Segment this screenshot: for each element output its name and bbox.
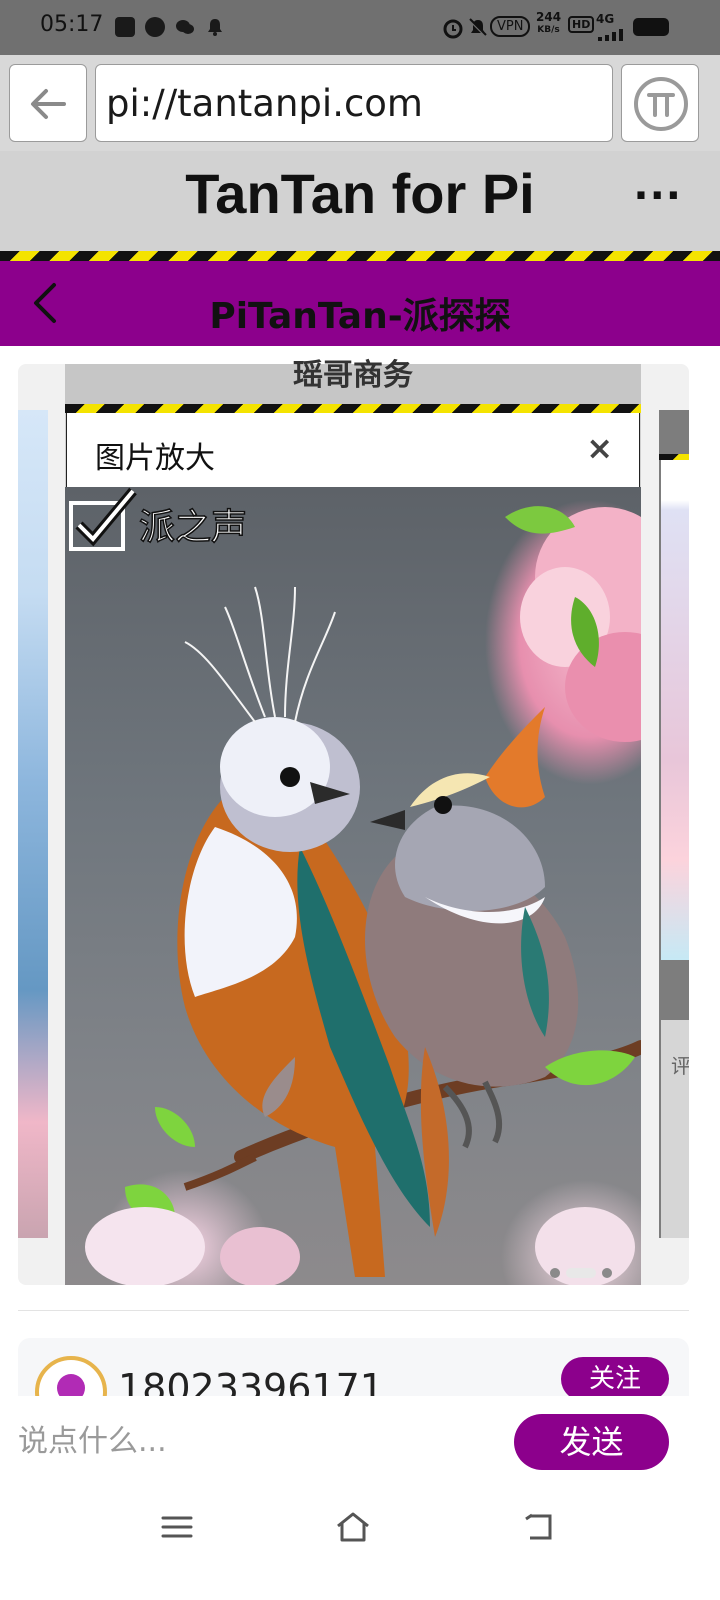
network-speed: 244 KB/s (536, 10, 562, 36)
pi-logo-icon (634, 77, 688, 131)
follow-button[interactable]: 关注 (561, 1357, 669, 1396)
modal-title: 图片放大 (95, 441, 215, 476)
app-title: TanTan for Pi (185, 162, 535, 225)
status-bar: 05:17 VPN 244 KB/s HD 4G (0, 0, 720, 55)
status-time: 05:17 (40, 12, 104, 37)
back-arrow-icon (31, 89, 66, 119)
hd-badge: HD (568, 16, 595, 33)
home-icon[interactable] (334, 1510, 372, 1548)
peek-title: 瑶哥商务 (293, 358, 413, 393)
browser-back-button[interactable] (9, 64, 87, 142)
pi-wallet-button[interactable] (621, 64, 699, 142)
next-image-card[interactable]: 评 (659, 410, 689, 1238)
wechat-icon (175, 17, 195, 37)
vpn-badge: VPN (490, 16, 531, 37)
next-image-preview (661, 460, 689, 960)
carousel-dot[interactable] (602, 1267, 612, 1278)
user-name[interactable]: 18023396171 (118, 1366, 384, 1396)
browser-url-bar: pi://tantanpi.com (0, 55, 720, 151)
carousel-dot[interactable] (550, 1267, 560, 1278)
avatar-face (57, 1374, 85, 1396)
back-icon[interactable] (522, 1510, 556, 1548)
previous-image-card[interactable] (18, 410, 48, 1238)
modal-top-strip: 瑶哥商务 (65, 358, 641, 404)
page-title: PiTanTan-派探探 (209, 296, 511, 337)
zoomed-image[interactable]: 派之声 (65, 487, 641, 1285)
watermark-text: 派之声 (139, 507, 247, 548)
hazard-stripe (65, 404, 641, 413)
send-button[interactable]: 发送 (514, 1414, 669, 1470)
carousel-dot-active[interactable] (566, 1267, 596, 1278)
close-icon[interactable]: × (586, 429, 613, 467)
signal-icon (598, 26, 628, 45)
next-card-label: 评 (671, 1054, 689, 1078)
battery-icon (633, 18, 669, 36)
hazard-stripe (0, 251, 720, 261)
more-menu-button[interactable]: ··· (633, 173, 682, 219)
alarm-icon (442, 17, 463, 39)
url-field[interactable]: pi://tantanpi.com (95, 64, 613, 142)
carousel-dots (550, 1262, 618, 1281)
comment-bar: 发送 (0, 1396, 720, 1488)
page-header: PiTanTan-派探探 (0, 261, 720, 346)
speed-unit: KB/s (537, 25, 560, 35)
divider (18, 1310, 689, 1311)
chevron-left-icon[interactable] (30, 279, 60, 339)
comment-input[interactable] (18, 1418, 488, 1464)
system-nav-bar (0, 1488, 720, 1600)
avatar[interactable] (35, 1356, 107, 1396)
menu-icon[interactable] (160, 1510, 194, 1548)
flower-top-right (505, 506, 641, 742)
modal-header: 图片放大 × (66, 413, 640, 487)
message-icon (115, 17, 135, 37)
mute-icon (467, 17, 488, 38)
signal-label: 4G (596, 12, 615, 26)
post-author-card: 18023396171 关注 (18, 1338, 689, 1396)
app-header: TanTan for Pi ··· (0, 151, 720, 251)
image-zoom-modal: 瑶哥商务 图片放大 × 派之声 (65, 358, 641, 1285)
birds-illustration: 派之声 (69, 487, 641, 1285)
watermark-logo (69, 487, 137, 551)
bell-icon (205, 17, 225, 37)
speed-value: 244 (536, 10, 562, 24)
app-icon (145, 17, 165, 37)
